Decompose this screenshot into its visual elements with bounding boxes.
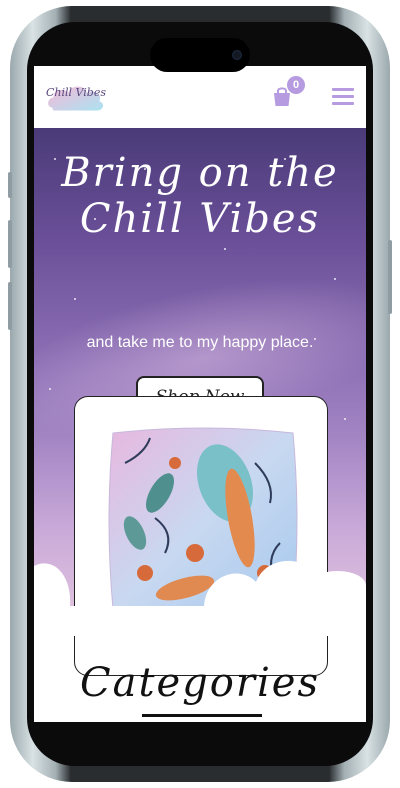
menu-bar-icon: [332, 88, 354, 91]
power-button: [388, 240, 392, 314]
star: [334, 278, 336, 280]
dynamic-island: [150, 38, 250, 72]
categories-heading: Categories: [80, 660, 320, 706]
site-header: Chill Vibes 0: [34, 66, 366, 128]
hamburger-menu-button[interactable]: [332, 88, 354, 106]
mute-switch: [8, 172, 12, 198]
star: [224, 248, 226, 250]
categories-underline: [142, 714, 262, 717]
volume-down-button: [8, 282, 12, 330]
front-camera-icon: [232, 50, 242, 60]
menu-bar-icon: [332, 102, 354, 105]
cloud-divider: [34, 560, 366, 636]
hero-subtitle: and take me to my happy place.: [86, 334, 314, 351]
menu-bar-icon: [332, 95, 354, 98]
hero-title: Bring on the Chill Vibes: [61, 150, 339, 242]
star: [74, 298, 76, 300]
logo[interactable]: Chill Vibes: [44, 78, 108, 118]
volume-up-button: [8, 220, 12, 268]
cart-count-badge: 0: [287, 76, 305, 94]
logo-text: Chill Vibes: [45, 86, 107, 99]
phone-screen: Chill Vibes 0 Bring on the Chill Vibes a…: [34, 66, 366, 722]
star: [344, 418, 346, 420]
star: [49, 388, 51, 390]
